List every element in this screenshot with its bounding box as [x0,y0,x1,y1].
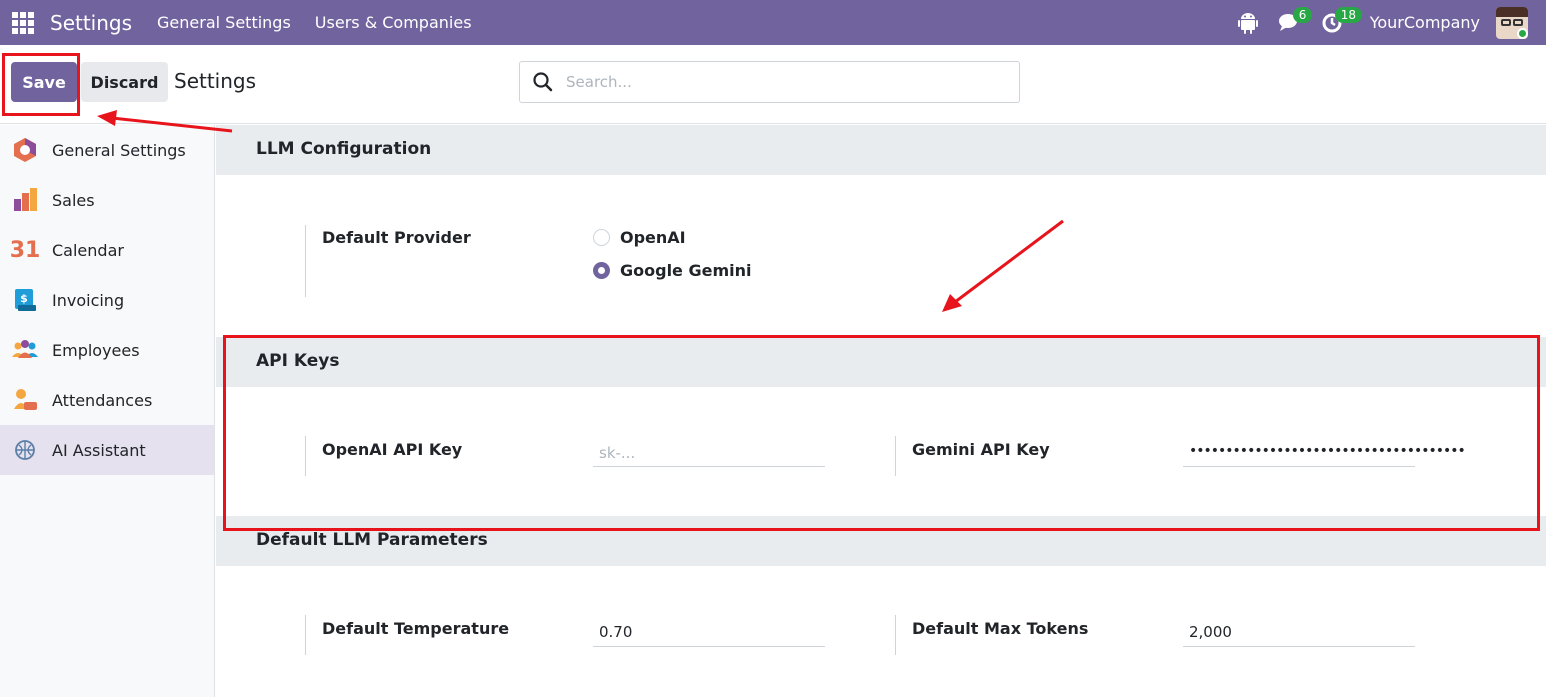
default-max-tokens-label: Default Max Tokens [912,619,1089,638]
apps-menu-icon[interactable] [12,11,34,34]
sidebar-item-employees[interactable]: Employees [0,325,214,375]
setting-divider [305,436,306,476]
radio-google-gemini[interactable]: Google Gemini [593,261,752,280]
online-status-icon [1517,27,1528,39]
general-settings-icon [11,136,39,164]
discard-button[interactable]: Discard [81,62,168,102]
sidebar-item-label: Attendances [52,390,153,410]
sales-icon [11,186,39,214]
app-title[interactable]: Settings [50,11,132,35]
gemini-api-key-input[interactable]: •••••••••••••••••••••••••••••••••••••• [1183,439,1466,467]
company-switcher[interactable]: YourCompany [1370,13,1480,32]
sidebar-item-label: General Settings [52,140,186,160]
openai-api-key-label: OpenAI API Key [322,440,463,459]
sidebar-item-attendances[interactable]: Attendances [0,375,214,425]
search-input[interactable] [566,73,986,91]
activities-clock-icon[interactable]: 18 [1318,6,1362,37]
svg-text:$: $ [20,292,28,305]
settings-content: LLM Configuration Default Provider OpenA… [216,125,1546,697]
section-header-default-llm-parameters: Default LLM Parameters [216,516,1546,566]
radio-openai-button[interactable] [593,229,610,246]
gemini-api-key-label: Gemini API Key [912,440,1050,459]
sidebar-item-label: Invoicing [52,290,125,310]
search-bar[interactable] [519,61,1020,103]
calendar-icon: 31 [9,237,41,263]
setting-divider [895,436,896,476]
default-max-tokens-input[interactable]: 2,000 [1183,619,1415,647]
radio-openai[interactable]: OpenAI [593,228,686,247]
android-icon[interactable] [1234,9,1262,37]
menu-users-companies[interactable]: Users & Companies [315,13,472,32]
search-icon [533,72,553,92]
attendances-icon [11,386,39,414]
save-button[interactable]: Save [11,62,77,102]
sidebar-item-sales[interactable]: Sales [0,175,214,225]
settings-sidebar: General Settings Sales 31 Calendar $ Inv… [0,125,215,697]
messages-icon[interactable]: 6 [1276,6,1313,37]
sidebar-item-ai-assistant[interactable]: AI Assistant [0,425,214,475]
sidebar-item-label: Sales [52,190,95,210]
top-navbar: Settings General Settings Users & Compan… [0,0,1546,45]
sidebar-item-label: AI Assistant [52,440,146,460]
ai-assistant-icon [11,436,39,464]
radio-google-gemini-button[interactable] [593,262,610,279]
employees-icon [11,336,39,364]
sidebar-item-label: Calendar [52,240,124,260]
invoicing-icon: $ [11,286,39,314]
setting-divider [895,615,896,655]
sidebar-item-invoicing[interactable]: $ Invoicing [0,275,214,325]
setting-divider [305,225,306,297]
control-panel: Save Discard Settings [0,45,1546,124]
setting-divider [305,615,306,655]
section-header-llm-configuration: LLM Configuration [216,125,1546,175]
sidebar-item-calendar[interactable]: 31 Calendar [0,225,214,275]
sidebar-item-label: Employees [52,340,140,360]
messages-badge: 6 [1292,6,1313,23]
default-temperature-label: Default Temperature [322,619,510,638]
default-temperature-input[interactable]: 0.70 [593,619,825,647]
section-header-api-keys: API Keys [216,337,1546,387]
menu-general-settings[interactable]: General Settings [157,13,291,32]
page-title: Settings [174,69,257,93]
sidebar-item-general-settings[interactable]: General Settings [0,125,214,175]
activities-badge: 18 [1334,6,1362,23]
openai-api-key-input[interactable] [593,439,825,467]
default-provider-label: Default Provider [322,228,471,247]
user-avatar[interactable] [1496,6,1528,39]
